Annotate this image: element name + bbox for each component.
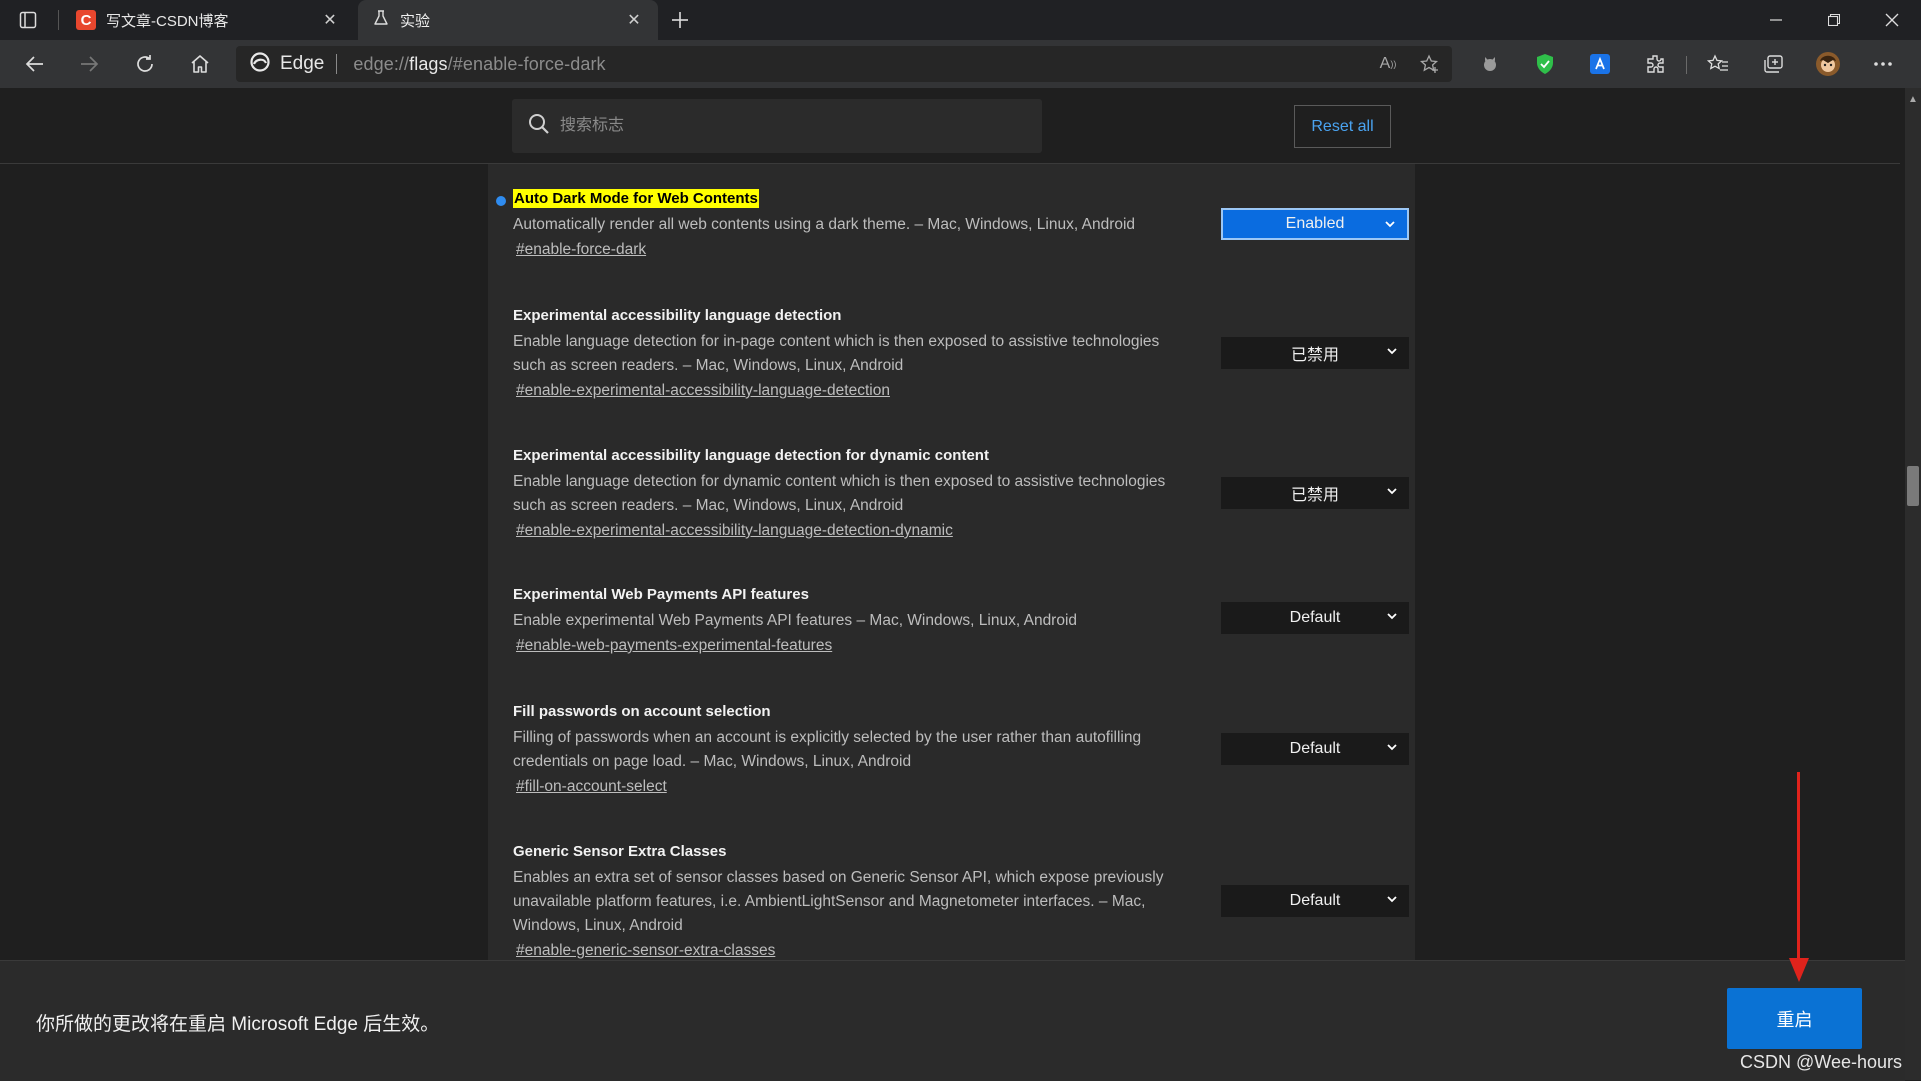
flag-anchor-link[interactable]: #enable-force-dark — [516, 241, 1413, 259]
edge-logo-icon — [250, 51, 270, 77]
extension-cat-icon[interactable] — [1472, 48, 1508, 80]
home-button[interactable] — [183, 48, 217, 80]
modified-indicator-dot — [496, 196, 506, 206]
flag-anchor-link[interactable]: #enable-generic-sensor-extra-classes — [516, 942, 1413, 960]
flag-description: Automatically render all web contents us… — [513, 216, 1136, 233]
search-icon — [528, 113, 550, 140]
read-aloud-icon[interactable]: A)) — [1374, 52, 1402, 76]
flag-anchor-link[interactable]: #fill-on-account-select — [516, 778, 1413, 796]
flag-description: Enables an extra set of sensor classes b… — [513, 869, 1164, 934]
toolbar: Edge edge://flags/#enable-force-dark A)) — [0, 40, 1921, 88]
extensions-icon[interactable] — [1637, 48, 1673, 80]
flag-select-value: 已禁用 — [1290, 347, 1339, 364]
flag-description: Filling of passwords when an account is … — [513, 729, 1142, 770]
profile-avatar[interactable] — [1810, 48, 1846, 80]
flag-description: Enable experimental Web Payments API fea… — [513, 612, 1078, 629]
minimize-button[interactable] — [1747, 0, 1805, 40]
flag-description: Enable language detection for in-page co… — [513, 333, 1160, 374]
close-icon[interactable]: ✕ — [320, 10, 340, 30]
watermark: CSDN @Wee-hours — [1740, 1052, 1902, 1072]
flag-entry: Fill passwords on account selection Fill… — [513, 703, 1413, 796]
translate-extension-icon[interactable] — [1582, 48, 1618, 80]
chevron-down-icon — [1387, 744, 1397, 751]
search-input[interactable] — [558, 116, 1002, 136]
more-options-icon[interactable] — [1865, 48, 1901, 80]
chevron-down-icon — [1387, 488, 1397, 495]
flag-entry: Experimental Web Payments API features E… — [513, 586, 1413, 655]
flag-name: Experimental Web Payments API features — [513, 586, 809, 603]
chevron-down-icon — [1387, 896, 1397, 903]
tab-actions-icon[interactable] — [14, 9, 42, 31]
relaunch-button[interactable]: 重启 — [1727, 988, 1862, 1049]
chevron-down-icon — [1387, 348, 1397, 355]
flag-select[interactable]: Default — [1221, 885, 1409, 917]
csdn-logo-icon: C — [76, 10, 96, 30]
refresh-icon — [137, 55, 153, 72]
scrollbar-thumb[interactable] — [1907, 466, 1919, 506]
page-scrollbar[interactable]: ▲ — [1905, 88, 1921, 1080]
flag-anchor-link[interactable]: #enable-experimental-accessibility-langu… — [516, 522, 1413, 540]
browser-brand-label: Edge — [280, 53, 325, 74]
toolbar-divider — [1686, 56, 1687, 74]
add-favorite-icon[interactable] — [1415, 52, 1443, 76]
reset-all-button[interactable]: Reset all — [1294, 105, 1391, 148]
collections-icon[interactable] — [1755, 48, 1791, 80]
flag-name: Fill passwords on account selection — [513, 703, 771, 720]
flag-entry: Experimental accessibility language dete… — [513, 447, 1413, 540]
tab-strip: C 写文章-CSDN博客 ✕ 实验 ✕ — [0, 0, 1921, 40]
flag-name: Generic Sensor Extra Classes — [513, 843, 727, 860]
tab-title: 实验 — [400, 12, 431, 30]
flag-select-value: 已禁用 — [1290, 487, 1339, 504]
shield-extension-icon[interactable] — [1527, 48, 1563, 80]
tab-divider — [58, 10, 59, 30]
home-icon — [191, 55, 209, 73]
flag-select-value: Default — [1289, 609, 1341, 626]
flag-anchor-link[interactable]: #enable-web-payments-experimental-featur… — [516, 637, 1413, 655]
flag-select[interactable]: Enabled — [1221, 208, 1409, 240]
chevron-down-icon — [1385, 221, 1395, 228]
address-divider — [336, 54, 338, 74]
back-button[interactable] — [18, 48, 52, 80]
favorites-icon[interactable] — [1700, 48, 1736, 80]
tab-flags[interactable]: 实验 ✕ — [358, 0, 658, 40]
annotation-arrow-line — [1797, 772, 1800, 962]
scroll-up-icon[interactable]: ▲ — [1905, 92, 1921, 106]
relaunch-footer: 你所做的更改将在重启 Microsoft Edge 后生效。 重启 — [0, 960, 1905, 1081]
flags-list: Auto Dark Mode for Web Contents Automati… — [488, 164, 1415, 960]
flag-description: Enable language detection for dynamic co… — [513, 473, 1166, 514]
flag-name: Auto Dark Mode for Web Contents — [513, 189, 759, 208]
tab-title: 写文章-CSDN博客 — [106, 12, 229, 30]
search-box[interactable] — [512, 99, 1042, 153]
flag-select-value: Enabled — [1285, 215, 1345, 232]
flag-name: Experimental accessibility language dete… — [513, 447, 989, 464]
flag-select-value: Default — [1289, 892, 1341, 909]
flag-select[interactable]: Default — [1221, 733, 1409, 765]
tab-csdn[interactable]: C 写文章-CSDN博客 ✕ — [62, 0, 354, 40]
close-icon[interactable]: ✕ — [624, 10, 644, 30]
forward-arrow-icon — [81, 56, 99, 72]
new-tab-button[interactable] — [666, 6, 694, 34]
flag-select[interactable]: 已禁用 — [1221, 337, 1409, 369]
flag-name: Experimental accessibility language dete… — [513, 307, 842, 324]
flag-entry: Experimental accessibility language dete… — [513, 307, 1413, 400]
flag-entry: Auto Dark Mode for Web Contents Automati… — [496, 189, 1413, 259]
url-text[interactable]: edge://flags/#enable-force-dark — [353, 54, 605, 75]
flask-icon — [372, 9, 390, 31]
close-window-button[interactable] — [1863, 0, 1921, 40]
flag-select-value: Default — [1289, 740, 1341, 757]
annotation-arrow-head — [1789, 958, 1809, 982]
chevron-down-icon — [1387, 613, 1397, 620]
flag-select[interactable]: Default — [1221, 602, 1409, 634]
relaunch-message: 你所做的更改将在重启 Microsoft Edge 后生效。 — [36, 1014, 440, 1035]
flag-select[interactable]: 已禁用 — [1221, 477, 1409, 509]
forward-button[interactable] — [72, 48, 106, 80]
restore-button[interactable] — [1805, 0, 1863, 40]
refresh-button[interactable] — [128, 48, 162, 80]
flags-search-header: Reset all — [0, 88, 1900, 164]
flag-anchor-link[interactable]: #enable-experimental-accessibility-langu… — [516, 382, 1413, 400]
address-bar[interactable]: Edge edge://flags/#enable-force-dark A)) — [236, 46, 1452, 82]
flag-entry: Generic Sensor Extra Classes Enables an … — [513, 843, 1413, 960]
back-arrow-icon — [25, 56, 43, 72]
